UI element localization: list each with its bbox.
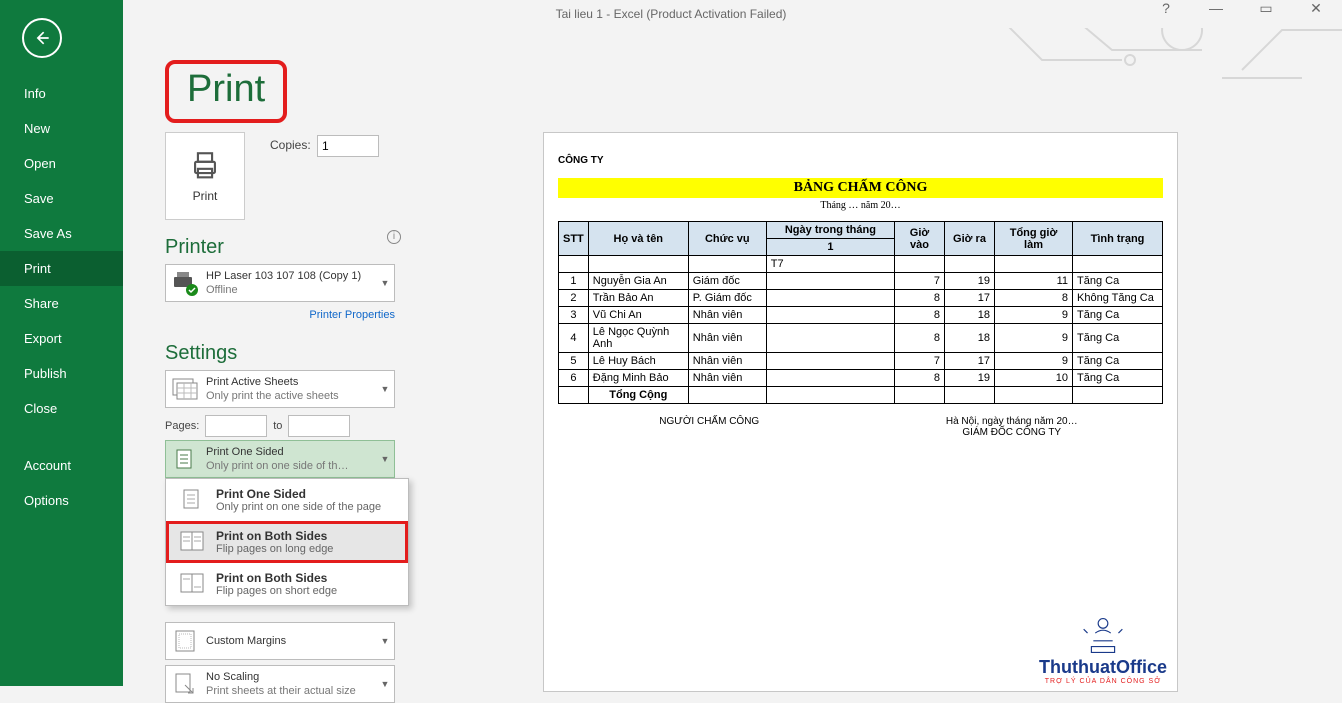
sided-sub: Only print on one side of th… [206,459,380,473]
dd-one-sided[interactable]: Print One SidedOnly print on one side of… [166,479,408,521]
preview-banner: BẢNG CHẤM CÔNG [558,178,1163,198]
watermark: ThuthuatOffice TRỢ LÝ CỦA DÂN CÔNG SỞ [1039,613,1167,685]
print-button[interactable]: Print [165,132,245,220]
chevron-down-icon: ▼ [380,454,390,464]
print-what-sub: Only print the active sheets [206,389,380,403]
nav-save-as[interactable]: Save As [0,216,123,251]
pages-label: Pages: [165,420,199,432]
chevron-down-icon: ▼ [380,384,390,394]
page-title: Print [165,60,287,123]
preview-company: CÔNG TY [558,155,1163,166]
chevron-down-icon: ▼ [380,636,390,646]
preview-sub: Tháng … năm 20… [558,200,1163,211]
back-button[interactable] [22,18,62,58]
nav-save[interactable]: Save [0,181,123,216]
printer-selector[interactable]: HP Laser 103 107 108 (Copy 1) Offline ▼ [165,264,395,302]
preview-footer: NGƯỜI CHẤM CÔNG Hà Nội, ngày tháng năm 2… [558,416,1163,438]
pages-to-label: to [273,420,282,432]
window-controls: ? — ▭ ✕ [1152,0,1342,17]
nav-info[interactable]: Info [0,76,123,111]
table-row: 5Lê Huy BáchNhân viên7179Tăng Ca [559,353,1163,370]
title-bar: Tai lieu 1 - Excel (Product Activation F… [0,0,1342,28]
nav-options[interactable]: Options [0,483,123,518]
table-row: 4Lê Ngọc Quỳnh AnhNhân viên8189Tăng Ca [559,324,1163,353]
table-row: 1Nguyễn Gia AnGiám đốc71911Tăng Ca [559,273,1163,290]
nav-close[interactable]: Close [0,391,123,426]
chevron-down-icon: ▼ [380,278,390,288]
nav-account[interactable]: Account [0,448,123,483]
page-single-icon [174,485,210,515]
page-icon [170,445,200,473]
window-title: Tai lieu 1 - Excel (Product Activation F… [556,7,787,21]
printer-properties-link[interactable]: Printer Properties [165,309,395,321]
pages-to-input[interactable] [288,415,350,437]
printer-status: Offline [206,283,380,297]
page-range: Pages: to [165,415,395,437]
minimize-button[interactable]: — [1202,0,1230,17]
print-preview: CÔNG TY BẢNG CHẤM CÔNG Tháng … năm 20… S… [543,132,1178,692]
printer-name: HP Laser 103 107 108 (Copy 1) [206,269,380,283]
print-what-selector[interactable]: Print Active Sheets Only print the activ… [165,370,395,408]
scaling-selector[interactable]: No ScalingPrint sheets at their actual s… [165,665,395,703]
print-what-title: Print Active Sheets [206,375,380,389]
print-button-label: Print [193,189,218,203]
printer-status-icon [170,268,200,298]
sheets-icon [170,375,200,403]
nav-print[interactable]: Print [0,251,123,286]
pages-from-input[interactable] [205,415,267,437]
table-row: 2Trần Bảo AnP. Giám đốc8178Không Tăng Ca [559,290,1163,307]
printer-section-heading: Printer [165,236,224,259]
dd-both-long[interactable]: Print on Both SidesFlip pages on long ed… [166,521,408,563]
nav-export[interactable]: Export [0,321,123,356]
page-both-long-icon [174,527,210,557]
nav-publish[interactable]: Publish [0,356,123,391]
copies-input[interactable] [317,135,379,157]
page-both-short-icon [174,569,210,599]
nav-share[interactable]: Share [0,286,123,321]
printer-icon [188,149,222,183]
preview-table: STT Họ và tên Chức vụ Ngày trong tháng G… [558,221,1163,404]
chevron-down-icon: ▼ [380,679,390,689]
print-pane: Print Print Copies: Printer i HP Laser 1… [123,28,1342,686]
margins-selector[interactable]: Custom Margins ▼ [165,622,395,660]
scaling-icon [170,670,200,698]
printer-info-icon[interactable]: i [387,230,401,244]
sided-dropdown: Print One SidedOnly print on one side of… [165,478,409,606]
dd-both-short[interactable]: Print on Both SidesFlip pages on short e… [166,563,408,605]
help-button[interactable]: ? [1152,0,1180,17]
settings-section-heading: Settings [165,342,237,365]
copies-label: Copies: [270,138,311,152]
close-button[interactable]: ✕ [1302,0,1330,17]
margins-icon [170,627,200,655]
nav-open[interactable]: Open [0,146,123,181]
backstage-nav: Info New Open Save Save As Print Share E… [0,0,123,686]
restore-button[interactable]: ▭ [1252,0,1280,17]
table-row: 3Vũ Chi AnNhân viên8189Tăng Ca [559,307,1163,324]
nav-new[interactable]: New [0,111,123,146]
sided-title: Print One Sided [206,445,380,459]
sided-selector[interactable]: Print One Sided Only print on one side o… [165,440,395,478]
table-row: 6Đặng Minh BảoNhân viên81910Tăng Ca [559,370,1163,387]
